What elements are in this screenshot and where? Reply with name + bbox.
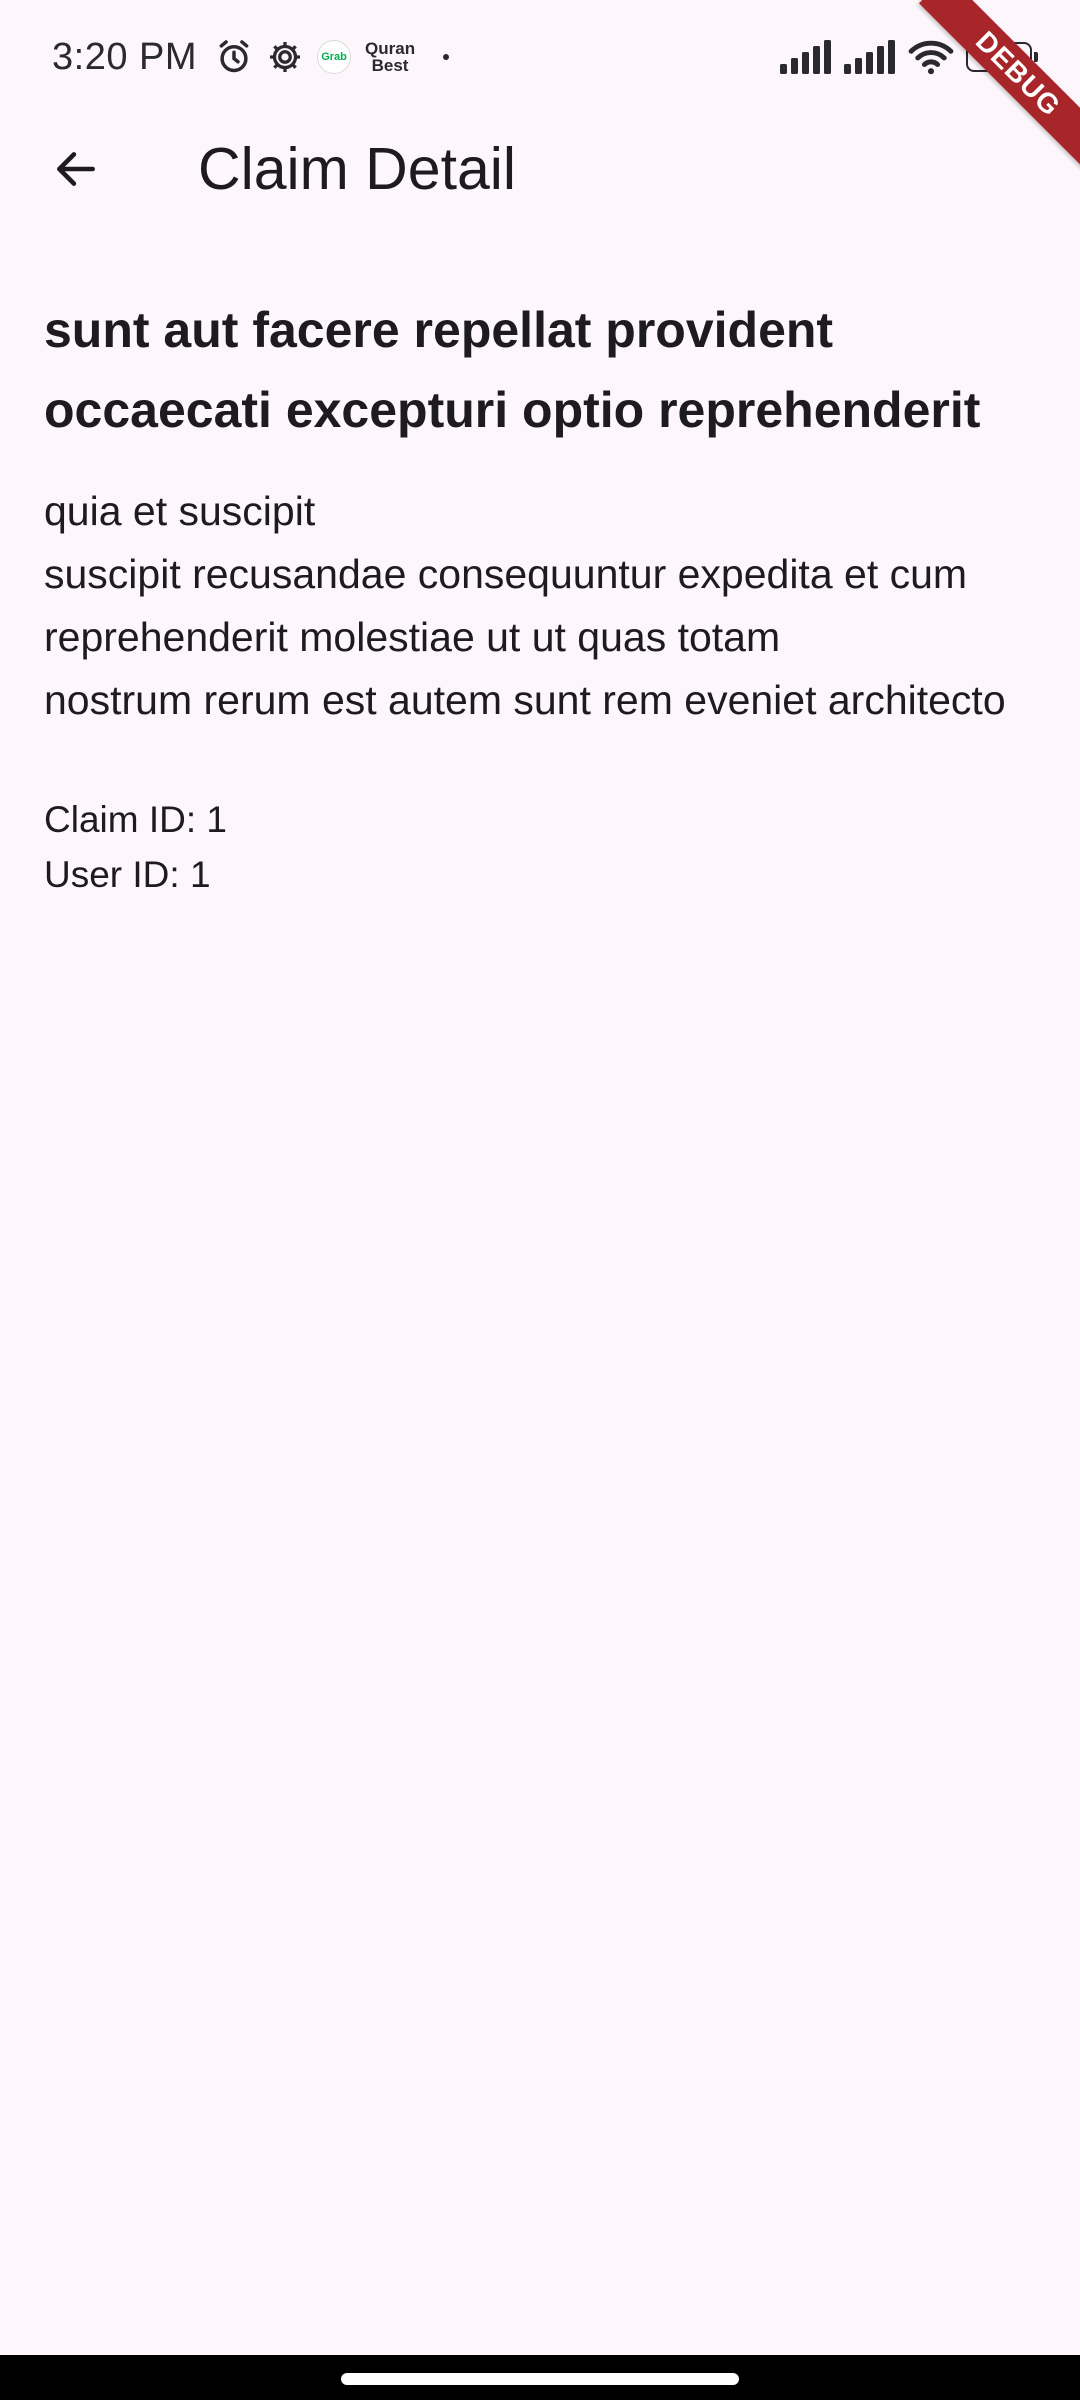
claim-body-line: reprehenderit molestiae ut ut quas totam (44, 614, 781, 660)
status-left: 3:20 PM Grab Quran Best (52, 35, 450, 79)
settings-icon (267, 39, 303, 75)
quran-label: Quran (365, 39, 416, 58)
claim-id-value: 1 (206, 799, 227, 840)
quran-best-icon: Quran Best (365, 40, 415, 74)
user-id-row: User ID: 1 (44, 847, 1034, 902)
page-title: Claim Detail (198, 136, 517, 202)
back-button[interactable] (28, 121, 124, 217)
grab-app-icon: Grab (317, 40, 352, 74)
user-id-label: User ID: (44, 854, 190, 895)
signal-icon (780, 40, 832, 74)
home-gesture-handle[interactable] (341, 2372, 739, 2385)
app-bar: Claim Detail (0, 114, 1080, 224)
claim-meta: Claim ID: 1 User ID: 1 (44, 792, 1034, 902)
status-time: 3:20 PM (52, 35, 198, 78)
claim-title: sunt aut facere repellat provident occae… (44, 302, 981, 438)
best-label: Best (371, 56, 409, 75)
wifi-icon (908, 39, 954, 75)
claim-body-line: quia et suscipit (44, 488, 316, 534)
claim-body-line: suscipit recusandae consequuntur expedit… (44, 551, 968, 597)
claim-detail-content: sunt aut facere repellat provident occae… (44, 290, 1034, 902)
claim-detail-screen: 3:20 PM Grab Quran Best DEBUG Claim Deta… (0, 0, 1080, 2400)
signal-icon (844, 40, 896, 74)
claim-body-line: nostrum rerum est autem sunt rem eveniet… (44, 677, 1006, 723)
claim-body: quia et suscipit suscipit recusandae con… (44, 480, 1034, 732)
user-id-value: 1 (189, 854, 211, 895)
alarm-icon (215, 38, 253, 76)
status-bar: 3:20 PM Grab Quran Best (0, 0, 1080, 114)
claim-id-label: Claim ID: (44, 799, 207, 840)
notification-dot (443, 54, 450, 60)
claim-id-row: Claim ID: 1 (44, 792, 1034, 847)
arrow-back-icon (51, 144, 101, 194)
navigation-bar (0, 2355, 1080, 2400)
